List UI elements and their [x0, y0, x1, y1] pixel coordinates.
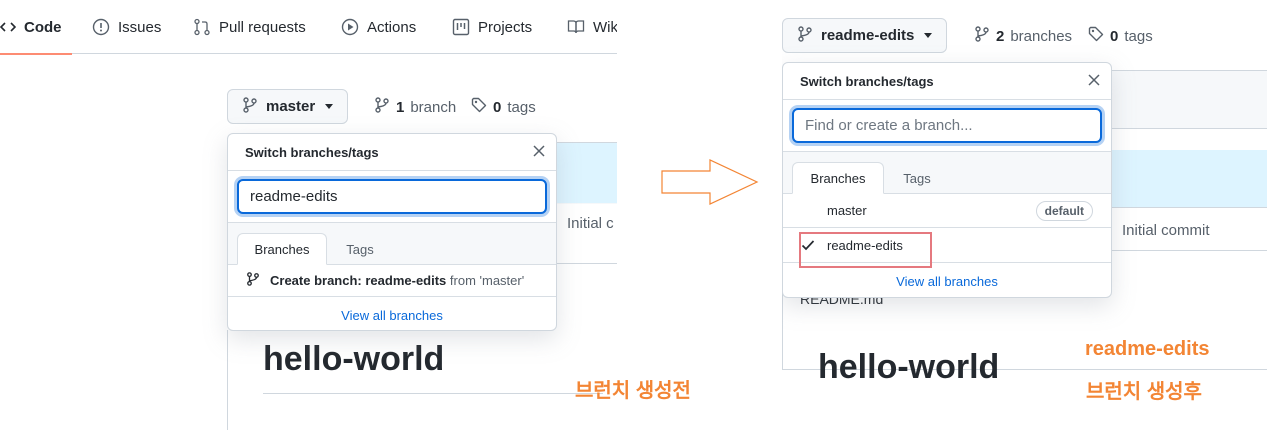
tag-word: tags [507, 98, 536, 116]
branch-item-master[interactable]: master default [783, 194, 1111, 228]
git-branch-icon [974, 26, 990, 46]
dropdown-tabs: Branches Tags [228, 223, 556, 265]
tag-word: tags [1124, 27, 1153, 45]
branch-select-button[interactable]: readme-edits [782, 18, 948, 53]
branch-word: branch [410, 98, 457, 116]
before-screenshot: Code Issues Pull requests Actions Projec… [0, 0, 617, 430]
dropdown-tabs: Branches Tags [783, 152, 1111, 194]
tab-pull-requests-label: Pull requests [219, 18, 306, 36]
code-icon [0, 19, 16, 35]
tag-icon [1088, 26, 1104, 46]
tags-link[interactable]: 0 tags [1088, 26, 1153, 46]
readme-heading: hello-world [263, 340, 445, 378]
tab-wiki-label: Wik [593, 18, 617, 36]
readme-border [227, 330, 228, 430]
branch-count: 1 [396, 98, 405, 116]
tab-branches[interactable]: Branches [792, 162, 884, 194]
dropdown-title: Switch branches/tags [800, 73, 934, 89]
create-branch-source: from 'master' [449, 273, 525, 288]
view-all-branches-link[interactable]: View all branches [228, 298, 556, 330]
branch-filter-input[interactable] [237, 179, 547, 214]
tab-projects[interactable]: Projects [452, 0, 532, 54]
tab-pull-requests[interactable]: Pull requests [193, 0, 306, 54]
tab-issues-label: Issues [118, 18, 162, 36]
branch-word: branches [1010, 27, 1073, 45]
tag-count: 0 [1110, 27, 1119, 45]
project-icon [452, 18, 470, 36]
tab-branches[interactable]: Branches [237, 233, 327, 265]
view-all-branches-link[interactable]: View all branches [783, 264, 1111, 297]
tab-code-label: Code [24, 18, 62, 36]
repo-nav: Code Issues Pull requests Actions Projec… [0, 0, 617, 55]
caret-down-icon [325, 104, 334, 109]
tag-icon [471, 97, 487, 117]
tab-tags[interactable]: Tags [330, 233, 390, 265]
branch-dropdown: Switch branches/tags Branches Tags Creat… [227, 133, 557, 331]
caret-down-icon [924, 33, 933, 38]
create-branch-item[interactable]: Create branch: readme-edits from 'master… [228, 265, 556, 297]
create-branch-label: Create branch: readme-edits [270, 273, 447, 288]
tags-link[interactable]: 0 tags [471, 97, 536, 117]
git-branch-icon [242, 96, 258, 117]
branch-name: master [827, 203, 867, 218]
tab-code[interactable]: Code [0, 0, 71, 55]
dropdown-filter [228, 171, 556, 223]
branches-link[interactable]: 1 branch [374, 97, 456, 117]
default-badge: default [1035, 200, 1093, 221]
tab-actions[interactable]: Actions [341, 0, 416, 54]
git-branch-icon [374, 97, 390, 117]
tab-issues[interactable]: Issues [92, 0, 161, 54]
commit-message: Initial c [567, 215, 614, 232]
new-branch-highlight [799, 232, 932, 268]
close-icon[interactable] [1087, 73, 1101, 87]
branch-select-label: master [266, 98, 316, 115]
dropdown-title: Switch branches/tags [245, 144, 379, 160]
issue-icon [92, 18, 110, 36]
branch-select-label: readme-edits [821, 27, 915, 44]
readme-heading-rule [263, 393, 603, 394]
commit-message: Initial commit [1122, 222, 1210, 239]
readme-heading: hello-world [818, 348, 1000, 380]
pull-request-icon [193, 18, 211, 36]
tab-projects-label: Projects [478, 18, 533, 36]
after-annotation-branch: readme-edits [1085, 338, 1210, 360]
before-annotation: 브런치 생성전 [575, 380, 691, 402]
after-annotation-label: 브런치 생성후 [1086, 381, 1202, 403]
after-screenshot: Initial commit README.md hello-world rea… [782, 0, 1267, 380]
git-branch-icon [797, 25, 813, 46]
book-icon [567, 18, 585, 36]
dropdown-filter [783, 100, 1111, 152]
branch-count: 2 [996, 27, 1005, 45]
tab-wiki[interactable]: Wik [567, 0, 617, 54]
close-icon[interactable] [532, 144, 546, 158]
git-branch-icon [246, 271, 260, 290]
tab-actions-label: Actions [367, 18, 417, 36]
branches-link[interactable]: 2 branches [974, 26, 1072, 46]
branch-select-button[interactable]: master [227, 89, 349, 124]
branch-filter-input[interactable] [792, 108, 1102, 143]
dropdown-header: Switch branches/tags [783, 63, 1111, 100]
tag-count: 0 [493, 98, 502, 116]
play-circle-icon [341, 18, 359, 36]
arrow-right-icon [661, 159, 759, 205]
dropdown-header: Switch branches/tags [228, 134, 556, 171]
tab-tags[interactable]: Tags [887, 162, 947, 194]
